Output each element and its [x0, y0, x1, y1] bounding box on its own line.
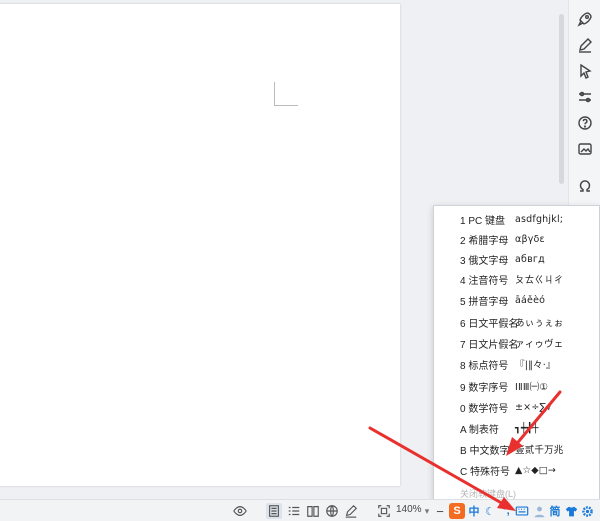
sogou-logo-icon[interactable]: S [449, 503, 465, 519]
chevron-down-icon[interactable]: ▾ [422, 503, 432, 519]
menu-item-label: B 中文数字 [460, 445, 510, 457]
ime-simplified-mode[interactable]: 简 [548, 503, 562, 519]
status-bar: 140% ▾ − S 中 ☾ °, 简 [0, 499, 600, 521]
page-view-icon[interactable] [266, 503, 282, 519]
menu-item-label: 5 拼音字母 [460, 296, 509, 308]
book-icon[interactable] [305, 503, 321, 519]
scrollbar-thumb[interactable] [559, 14, 564, 184]
menu-item-sample: ァィゥヴェ [515, 339, 564, 350]
document-page[interactable] [0, 4, 400, 486]
pen-icon[interactable] [343, 503, 359, 519]
omega-icon[interactable] [576, 177, 594, 195]
menu-item-sample: 『|‖々·』 [515, 360, 556, 371]
menu-item-sample: абвгд [515, 253, 545, 265]
menu-item-sample: αβγδε [515, 233, 545, 245]
menu-item-label: 0 数学符号 [460, 403, 509, 415]
menu-item-special-symbols[interactable]: C 特殊符号 ▲☆◆□→ [434, 457, 594, 483]
menu-item-label: 9 数字序号 [460, 382, 509, 394]
image-edit-icon[interactable] [576, 140, 594, 158]
skin-shirt-icon[interactable] [564, 503, 578, 519]
help-icon[interactable] [576, 114, 594, 132]
menu-item-label: 7 日文片假名 [460, 339, 519, 351]
rocket-icon[interactable] [576, 10, 594, 28]
menu-item-sample: ┓┿╋┼ [515, 422, 539, 434]
menu-item-sample: ▲☆◆□→ [515, 464, 557, 476]
menu-item-sample: āáěèó [515, 294, 546, 306]
sliders-icon[interactable] [576, 88, 594, 106]
menu-item-sample: ±×÷∑√ [515, 401, 553, 413]
pen-icon[interactable] [576, 36, 594, 54]
menu-item-label: 4 注音符号 [460, 275, 509, 287]
menu-item-label: 2 希腊字母 [460, 235, 509, 247]
punctuation-icon[interactable]: °, [499, 503, 513, 519]
eye-icon[interactable] [232, 503, 248, 519]
menu-item-sample: ⅠⅡⅢ㈠① [515, 382, 549, 393]
pointer-icon[interactable] [576, 62, 594, 80]
soft-keyboard-icon[interactable] [514, 503, 530, 519]
right-sidebar-toolbar [568, 0, 600, 210]
menu-item-label: 8 标点符号 [460, 360, 509, 372]
zoom-out-button[interactable]: − [434, 503, 446, 519]
menu-item-label: 3 俄文字母 [460, 255, 509, 267]
menu-item-sample: あぃぅぇぉ [515, 318, 564, 329]
fit-screen-icon[interactable] [376, 503, 392, 519]
soft-keyboard-menu: 1 PC 键盘 asdfghjkl; 2 希腊字母 αβγδε 3 俄文字母 абвг… [433, 205, 600, 501]
menu-item-sample: 壹贰千万兆 [515, 445, 564, 456]
vertical-scrollbar[interactable] [556, 0, 566, 200]
settings-gear-icon[interactable] [580, 503, 594, 519]
menu-item-label: A 制表符 [460, 424, 499, 436]
ime-chinese-mode[interactable]: 中 [467, 503, 481, 519]
margin-corner-mark [274, 82, 298, 106]
menu-item-label: 1 PC 键盘 [460, 215, 506, 227]
menu-item-label: C 特殊符号 [460, 466, 510, 478]
menu-item-label: 6 日文平假名 [460, 318, 519, 330]
outline-icon[interactable] [286, 503, 302, 519]
menu-item-sample: asdfghjkl; [515, 213, 564, 225]
menu-item-sample: ㄆㄊㄍㄐㄔ [515, 275, 564, 286]
moon-icon[interactable]: ☾ [483, 503, 497, 519]
zoom-level[interactable]: 140% [396, 504, 422, 515]
user-icon[interactable] [532, 503, 546, 519]
globe-icon[interactable] [324, 503, 340, 519]
